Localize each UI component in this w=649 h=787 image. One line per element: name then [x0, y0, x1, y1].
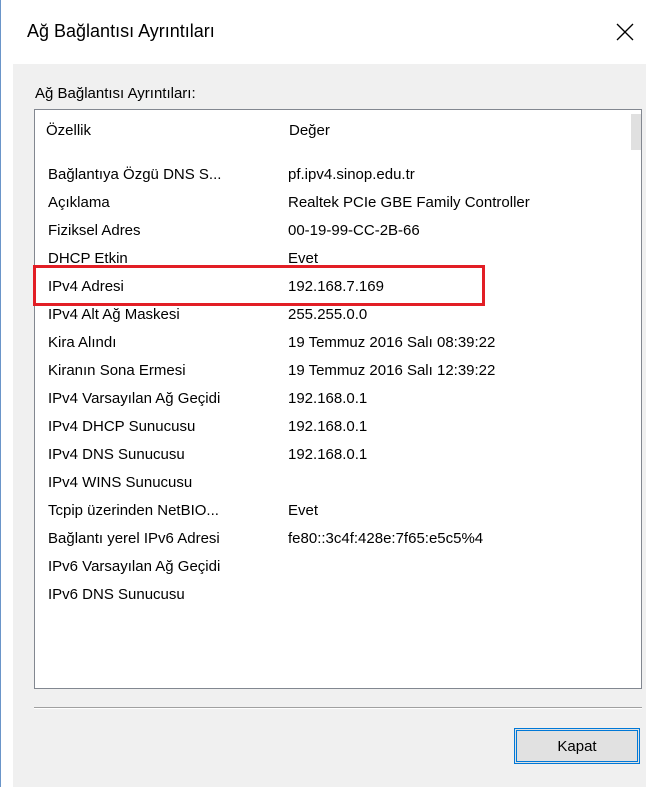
property-name: IPv4 Varsayılan Ağ Geçidi — [48, 390, 221, 407]
kapat-button[interactable]: Kapat — [514, 728, 640, 764]
property-name: IPv4 WINS Sunucusu — [48, 474, 193, 491]
property-value: 192.168.0.1 — [288, 446, 368, 463]
list-item[interactable]: IPv6 Varsayılan Ağ Geçidi — [35, 553, 630, 581]
column-header-value[interactable]: Değer — [289, 122, 330, 139]
list-item[interactable]: Fiziksel Adres 00-19-99-CC-2B-66 — [35, 217, 630, 245]
close-button[interactable] — [605, 10, 645, 54]
list-rows: Bağlantıya Özgü DNS S... pf.ipv4.sinop.ed… — [35, 161, 630, 609]
property-name: IPv6 Varsayılan Ağ Geçidi — [48, 558, 221, 575]
property-value: Evet — [288, 502, 319, 519]
list-item[interactable]: IPv4 Adresi 192.168.7.169 — [35, 273, 630, 301]
property-name: Bağlantı yerel IPv6 Adresi — [48, 530, 220, 547]
property-value: 255.255.0.0 — [288, 306, 368, 323]
property-value: 00-19-99-CC-2B-66 — [288, 222, 420, 239]
details-list[interactable]: Özellik Değer Bağlantıya Özgü DNS S... pf… — [34, 109, 642, 689]
property-name: Açıklama — [48, 194, 110, 211]
list-item[interactable]: Bağlantı yerel IPv6 Adresi fe80::3c4f:428… — [35, 525, 630, 553]
details-group-label: Ağ Bağlantısı Ayrıntıları: — [35, 85, 196, 102]
list-item[interactable]: IPv4 Varsayılan Ağ Geçidi 192.168.0.1 — [35, 385, 630, 413]
property-value: 192.168.0.1 — [288, 390, 368, 407]
property-name: IPv4 Alt Ağ Maskesi — [48, 306, 180, 323]
list-item[interactable]: IPv4 DNS Sunucusu 192.168.0.1 — [35, 441, 630, 469]
dialog-content: Ağ Bağlantısı Ayrıntıları: Özellik Değer… — [13, 64, 646, 787]
property-name: IPv4 DNS Sunucusu — [48, 446, 185, 463]
close-icon — [616, 23, 634, 41]
vertical-scrollbar[interactable] — [631, 110, 641, 688]
property-name: IPv6 DNS Sunucusu — [48, 586, 185, 603]
dialog-window: Ağ Bağlantısı Ayrıntıları Ağ Bağlantısı … — [0, 0, 649, 787]
list-item[interactable]: Bağlantıya Özgü DNS S... pf.ipv4.sinop.ed… — [35, 161, 630, 189]
property-name: Kiranın Sona Ermesi — [48, 362, 186, 379]
property-name: Fiziksel Adres — [48, 222, 141, 239]
property-name: Bağlantıya Özgü DNS S... — [48, 166, 222, 183]
list-item[interactable]: Tcpip üzerinden NetBIO... Evet — [35, 497, 630, 525]
property-name: DHCP Etkin — [48, 250, 128, 267]
list-item[interactable]: IPv6 DNS Sunucusu — [35, 581, 630, 609]
property-name: IPv4 Adresi — [48, 278, 124, 295]
property-value: 19 Temmuz 2016 Salı 08:39:22 — [288, 334, 496, 351]
property-value: Evet — [288, 250, 319, 267]
list-item[interactable]: Açıklama Realtek PCIe GBE Family Controll… — [35, 189, 630, 217]
window-title: Ağ Bağlantısı Ayrıntıları — [27, 21, 215, 41]
property-value: 19 Temmuz 2016 Salı 12:39:22 — [288, 362, 496, 379]
list-item[interactable]: IPv4 WINS Sunucusu — [35, 469, 630, 497]
property-value: pf.ipv4.sinop.edu.tr — [288, 166, 415, 183]
list-item[interactable]: Kira Alındı 19 Temmuz 2016 Salı 08:39:22 — [35, 329, 630, 357]
column-header-property[interactable]: Özellik — [46, 122, 91, 139]
property-value: Realtek PCIe GBE Family Controller — [288, 194, 530, 211]
property-value: 192.168.7.169 — [288, 278, 384, 295]
property-name: Kira Alındı — [48, 334, 117, 351]
list-header: Özellik Değer — [35, 110, 641, 154]
list-item[interactable]: IPv4 DHCP Sunucusu 192.168.0.1 — [35, 413, 630, 441]
property-name: IPv4 DHCP Sunucusu — [48, 418, 196, 435]
list-item[interactable]: DHCP Etkin Evet — [35, 245, 630, 273]
property-name: Tcpip üzerinden NetBIO... — [48, 502, 219, 519]
list-item[interactable]: Kiranın Sona Ermesi 19 Temmuz 2016 Salı 1… — [35, 357, 630, 385]
divider — [34, 707, 642, 709]
title-bar[interactable]: Ağ Bağlantısı Ayrıntıları — [1, 0, 649, 64]
list-item[interactable]: IPv4 Alt Ağ Maskesi 255.255.0.0 — [35, 301, 630, 329]
scrollbar-thumb[interactable] — [631, 114, 641, 150]
property-value: fe80::3c4f:428e:7f65:e5c5%4 — [288, 530, 484, 547]
property-value: 192.168.0.1 — [288, 418, 368, 435]
